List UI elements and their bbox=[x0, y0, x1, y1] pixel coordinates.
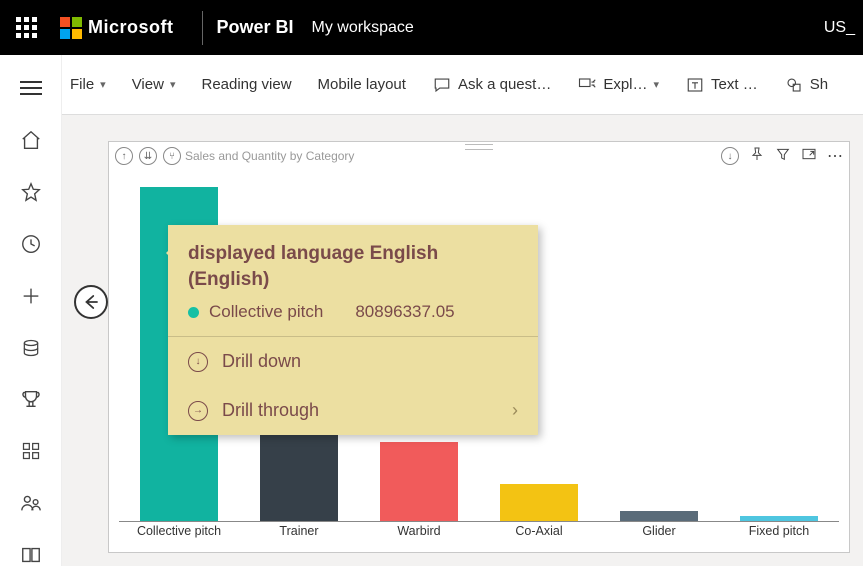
back-button[interactable] bbox=[74, 285, 108, 319]
drill-down-icon: ↓ bbox=[188, 352, 208, 372]
drill-down-label: Drill down bbox=[222, 351, 301, 372]
microsoft-icon bbox=[60, 17, 82, 39]
reading-view-button[interactable]: Reading view bbox=[201, 76, 291, 93]
mobile-layout-button[interactable]: Mobile layout bbox=[318, 76, 406, 93]
more-icon[interactable]: ⋯ bbox=[827, 146, 843, 166]
drag-handle[interactable] bbox=[465, 144, 493, 150]
file-label: File bbox=[70, 76, 94, 93]
textbox-icon bbox=[685, 76, 705, 94]
ask-label: Ask a quest… bbox=[458, 76, 551, 93]
textbox-label: Text … bbox=[711, 76, 758, 93]
app-launcher-icon[interactable] bbox=[10, 12, 42, 44]
shapes-button[interactable]: Sh bbox=[784, 76, 828, 94]
x-axis-label: Warbird bbox=[359, 524, 479, 546]
drill-through-icon: → bbox=[188, 401, 208, 421]
tooltip-series-value: 80896337.05 bbox=[355, 302, 454, 322]
series-color-swatch bbox=[188, 307, 199, 318]
chevron-right-icon: › bbox=[512, 400, 518, 421]
explore-button[interactable]: Expl… ▾ bbox=[577, 76, 659, 94]
drill-through-action[interactable]: → Drill through › bbox=[168, 386, 538, 435]
x-axis-label: Glider bbox=[599, 524, 719, 546]
bar-warbird[interactable] bbox=[380, 442, 458, 521]
chevron-down-icon: ▾ bbox=[100, 78, 106, 91]
bar-co-axial[interactable] bbox=[500, 484, 578, 521]
tooltip-title: displayed language English (English) bbox=[188, 241, 518, 292]
drill-up-icon[interactable]: ↑ bbox=[115, 147, 133, 165]
user-label[interactable]: US_ bbox=[824, 19, 855, 37]
explore-icon bbox=[577, 76, 597, 94]
shapes-label: Sh bbox=[810, 76, 828, 93]
shared-icon[interactable] bbox=[19, 492, 43, 514]
product-brand: Power BI bbox=[217, 17, 294, 38]
home-icon[interactable] bbox=[19, 129, 43, 151]
goals-icon[interactable] bbox=[19, 388, 43, 410]
reading-label: Reading view bbox=[201, 76, 291, 93]
create-icon[interactable] bbox=[19, 285, 43, 307]
apps-icon[interactable] bbox=[19, 440, 43, 462]
pin-icon[interactable] bbox=[749, 146, 765, 167]
x-axis-label: Collective pitch bbox=[119, 524, 239, 546]
drill-down-action[interactable]: ↓ Drill down bbox=[168, 337, 538, 386]
chevron-down-icon: ▾ bbox=[654, 78, 660, 91]
chat-icon bbox=[432, 76, 452, 94]
microsoft-logo: Microsoft bbox=[60, 17, 174, 39]
visual-title: Sales and Quantity by Category bbox=[185, 149, 354, 163]
drill-mode-icon[interactable]: ↓ bbox=[721, 147, 739, 165]
chevron-down-icon: ▾ bbox=[170, 78, 176, 91]
datasets-icon[interactable] bbox=[19, 337, 43, 359]
datapoint-tooltip: displayed language English (English) Col… bbox=[168, 225, 538, 435]
tooltip-series-label: Collective pitch bbox=[209, 302, 323, 322]
workspace-name[interactable]: My workspace bbox=[312, 19, 414, 37]
explore-label: Expl… bbox=[603, 76, 647, 93]
filter-icon[interactable] bbox=[775, 146, 791, 167]
file-menu[interactable]: File ▾ bbox=[70, 76, 106, 93]
favorites-icon[interactable] bbox=[19, 181, 43, 203]
nav-toggle[interactable] bbox=[19, 77, 43, 99]
drill-through-label: Drill through bbox=[222, 400, 319, 421]
bar-glider[interactable] bbox=[620, 511, 698, 521]
view-label: View bbox=[132, 76, 164, 93]
textbox-button[interactable]: Text … bbox=[685, 76, 758, 94]
view-menu[interactable]: View ▾ bbox=[132, 76, 176, 93]
bar-fixed-pitch[interactable] bbox=[740, 516, 818, 521]
focus-icon[interactable] bbox=[801, 146, 817, 167]
mobile-label: Mobile layout bbox=[318, 76, 406, 93]
recent-icon[interactable] bbox=[19, 233, 43, 255]
expand-icon[interactable]: ⑂ bbox=[163, 147, 181, 165]
drill-all-icon[interactable]: ⇊ bbox=[139, 147, 157, 165]
x-axis-label: Fixed pitch bbox=[719, 524, 839, 546]
ask-question-button[interactable]: Ask a quest… bbox=[432, 76, 551, 94]
divider bbox=[202, 11, 203, 45]
microsoft-label: Microsoft bbox=[88, 17, 174, 38]
x-axis-label: Co-Axial bbox=[479, 524, 599, 546]
x-axis-label: Trainer bbox=[239, 524, 359, 546]
learn-icon[interactable] bbox=[19, 544, 43, 566]
shapes-icon bbox=[784, 76, 804, 94]
